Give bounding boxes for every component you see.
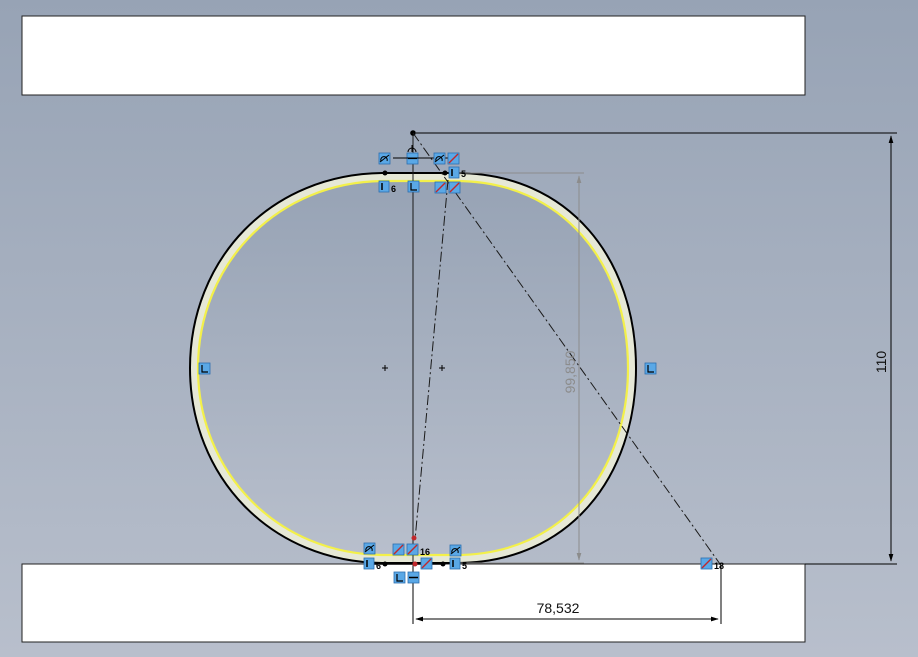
- merge-relation-icon[interactable]: [448, 181, 461, 194]
- horizontal-relation-icon[interactable]: [378, 180, 390, 193]
- tangent-relation-icon[interactable]: [378, 152, 391, 165]
- tangent-relation-icon[interactable]: [449, 544, 462, 557]
- perpendicular-relation-icon[interactable]: [393, 571, 406, 584]
- sketch-point-red[interactable]: [412, 561, 418, 567]
- dimension-78532-label[interactable]: 78,532: [537, 600, 580, 616]
- dimension-99850-label[interactable]: 99,850: [562, 350, 578, 393]
- sketch-point[interactable]: [382, 170, 388, 176]
- sketch-point-red[interactable]: [411, 535, 417, 541]
- tangent-relation-icon[interactable]: [363, 542, 376, 555]
- sketch-point[interactable]: [382, 561, 388, 567]
- relation-tag-16: 16: [420, 547, 430, 557]
- top-body[interactable]: [21, 15, 806, 96]
- dimension-110-label[interactable]: 110: [873, 351, 889, 374]
- tangent-relation-icon[interactable]: [433, 152, 446, 165]
- perpendicular-relation-icon[interactable]: [198, 362, 211, 375]
- relation-tag-6-top: 6: [391, 184, 396, 194]
- merge-relation-icon[interactable]: [447, 152, 460, 165]
- sketch-viewport[interactable]: 110 99,850 78,532 5 6 16 6 5 18: [0, 0, 918, 657]
- relation-tag-5-top: 5: [461, 169, 466, 179]
- vertical-relation-icon[interactable]: [407, 571, 420, 584]
- relation-tag-6-bottom: 6: [376, 561, 381, 571]
- horizontal-relation-icon[interactable]: [449, 557, 461, 570]
- merge-relation-icon[interactable]: [434, 181, 447, 194]
- sketch-point[interactable]: [440, 561, 446, 567]
- merge-relation-icon[interactable]: [420, 557, 433, 570]
- relation-tag-18: 18: [714, 561, 724, 571]
- perpendicular-relation-icon[interactable]: [407, 180, 420, 193]
- horizontal-relation-icon[interactable]: [448, 166, 460, 179]
- horizontal-relation-icon[interactable]: [363, 557, 375, 570]
- merge-relation-icon[interactable]: [392, 543, 405, 556]
- perpendicular-relation-icon[interactable]: [644, 362, 657, 375]
- merge-relation-icon[interactable]: [406, 543, 419, 556]
- merge-relation-icon[interactable]: [700, 557, 713, 570]
- relation-tag-5-bottom: 5: [462, 561, 467, 571]
- sketch-point[interactable]: [442, 170, 448, 176]
